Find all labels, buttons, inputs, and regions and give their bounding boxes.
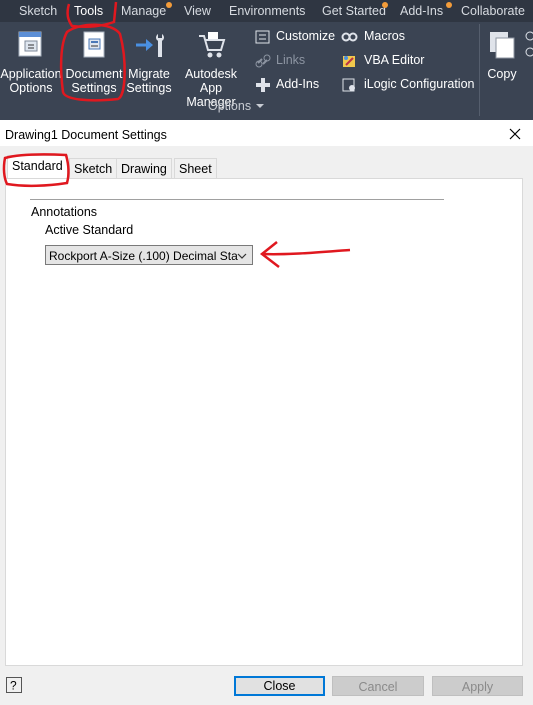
document-settings-icon [83, 31, 105, 58]
button-label: Autodesk [184, 67, 238, 81]
button-label: Settings [126, 81, 172, 95]
ribbon-tab-get-started[interactable]: Get Started [322, 4, 386, 18]
svg-text:?: ? [10, 679, 17, 693]
link-icon [255, 54, 271, 68]
copy-label: Copy [487, 67, 517, 81]
copy-button[interactable]: Copy [484, 30, 520, 81]
document-settings-dialog: Drawing1 Document Settings Standard Sket… [0, 120, 533, 705]
autodesk-app-manager-button[interactable]: Autodesk App Manager [174, 30, 248, 109]
tab-standard[interactable]: Standard [7, 155, 68, 180]
button-label: Document [65, 67, 123, 81]
ribbon-tab-environments[interactable]: Environments [229, 4, 305, 18]
migrate-settings-button[interactable]: Migrate Settings [126, 30, 172, 95]
add-ins-button[interactable]: Add-Ins [255, 75, 319, 93]
application-options-button[interactable]: Application Options [0, 30, 62, 95]
ilogic-configuration-button[interactable]: iLogic Configuration [341, 75, 475, 93]
notification-dot [446, 2, 452, 8]
button-label: Application [0, 67, 62, 81]
close-icon[interactable] [505, 124, 525, 144]
copy-icon [490, 32, 515, 59]
customize-button[interactable]: Customize [255, 27, 335, 45]
vba-editor-label: VBA Editor [364, 53, 425, 67]
help-icon[interactable]: ? [6, 677, 22, 693]
ribbon-tab-manage[interactable]: Manage [121, 4, 166, 18]
ribbon-tab-add-ins[interactable]: Add-Ins [400, 4, 443, 18]
ribbon-tab-bar: Sketch Tools Manage View Environments Ge… [0, 0, 533, 22]
customize-icon [255, 30, 270, 44]
close-button[interactable]: Close [234, 676, 325, 696]
customize-label: Customize [276, 29, 336, 43]
add-ins-label: Add-Ins [276, 77, 320, 91]
links-label: Links [276, 53, 306, 67]
ilogic-configuration-label: iLogic Configuration [364, 77, 475, 91]
group-separator [30, 199, 444, 200]
chevron-down-icon [237, 253, 247, 259]
annotations-group-label: Annotations [31, 205, 98, 219]
ribbon-separator [479, 24, 480, 116]
notification-dot [382, 2, 388, 8]
document-settings-button[interactable]: Document Settings [63, 30, 125, 95]
tab-sheet[interactable]: Sheet [174, 158, 217, 179]
ribbon-tab-sketch[interactable]: Sketch [19, 4, 57, 18]
links-button[interactable]: Links [255, 51, 305, 69]
button-label: Settings [71, 81, 117, 95]
notification-dot [166, 2, 172, 8]
ribbon-tab-collaborate[interactable]: Collaborate [461, 4, 525, 18]
options-panel-label[interactable]: Options [208, 99, 265, 113]
button-label: Options [9, 81, 53, 95]
panel-label-text: Options [208, 99, 252, 113]
cut-icon[interactable] [522, 30, 533, 60]
ribbon: Sketch Tools Manage View Environments Ge… [0, 0, 533, 120]
migrate-settings-icon [136, 34, 164, 57]
application-options-icon [18, 31, 42, 57]
cancel-button[interactable]: Cancel [332, 676, 424, 696]
ribbon-tab-view[interactable]: View [184, 4, 211, 18]
active-standard-value: Rockport A-Size (.100) Decimal Sta [49, 249, 238, 263]
tab-sketch[interactable]: Sketch [69, 158, 118, 179]
ribbon-tab-tools[interactable]: Tools [74, 4, 103, 18]
macros-label: Macros [364, 29, 405, 43]
active-standard-label: Active Standard [45, 223, 134, 237]
button-label: Migrate [128, 67, 170, 81]
tab-drawing[interactable]: Drawing [116, 158, 172, 179]
active-standard-select[interactable]: Rockport A-Size (.100) Decimal Sta [45, 245, 253, 265]
vba-editor-icon [343, 55, 355, 67]
vba-editor-button[interactable]: VBA Editor [341, 51, 424, 69]
ilogic-icon [342, 78, 355, 92]
macros-button[interactable]: Macros [341, 27, 405, 45]
dialog-title: Drawing1 Document Settings [5, 128, 167, 142]
apply-button[interactable]: Apply [432, 676, 523, 696]
cart-icon [199, 32, 226, 58]
macros-icon [341, 32, 358, 42]
plus-icon [256, 77, 270, 92]
dropdown-arrow-icon [255, 104, 264, 108]
